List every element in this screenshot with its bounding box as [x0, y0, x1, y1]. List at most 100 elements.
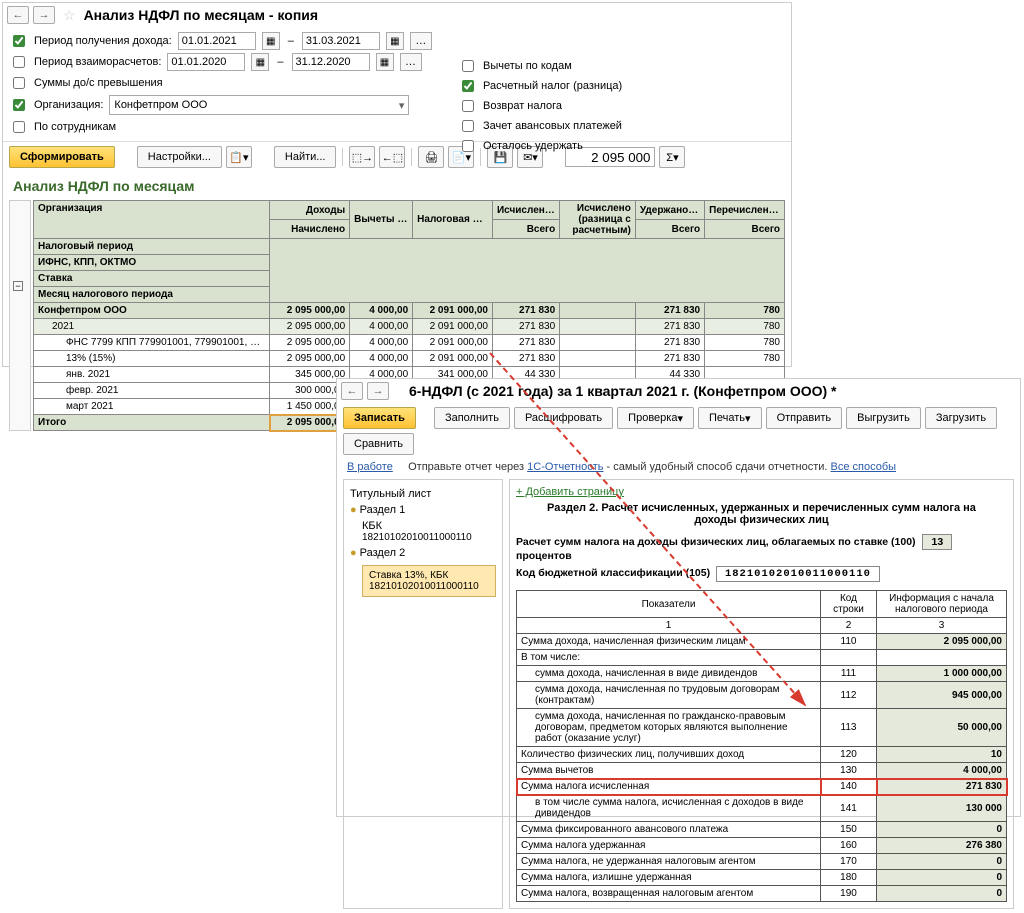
org-label: Организация: [34, 99, 103, 111]
table-row[interactable]: Сумма налога, возвращенная налоговым аге… [517, 886, 1007, 902]
info-text-2: - самый удобный способ сдачи отчетности. [603, 461, 830, 473]
period-income-check[interactable] [13, 35, 25, 47]
tree-section-2[interactable]: ●Раздел 2 [350, 545, 496, 561]
save-button-2[interactable]: Записать [343, 407, 416, 429]
check-button[interactable]: Проверка ▾ [617, 407, 694, 429]
table-row[interactable]: Сумма налога, не удержанная налоговым аг… [517, 854, 1007, 870]
table-row[interactable]: Сумма дохода, начисленная физическим лиц… [517, 634, 1007, 650]
col-withheld-sub: Всего [635, 220, 704, 239]
section-tree: Титульный лист ●Раздел 1 КБК 18210102010… [343, 479, 503, 909]
right-options: Вычеты по кодам Расчетный налог (разница… [458, 55, 622, 157]
forward-button-2[interactable]: → [367, 382, 389, 400]
ded-codes-label: Вычеты по кодам [483, 60, 572, 72]
date-from-1[interactable] [178, 32, 256, 50]
period-settle-check[interactable] [13, 56, 25, 68]
tree-kbk-2[interactable]: Ставка 13%, КБК 18210102010011000110 [350, 561, 496, 599]
table-row[interactable]: сумма дохода, начисленная в виде дивиден… [517, 666, 1007, 682]
date-from-2[interactable] [167, 53, 245, 71]
advance-check[interactable] [462, 120, 474, 132]
variant-button[interactable]: 📋▾ [226, 146, 252, 168]
form-button[interactable]: Сформировать [9, 146, 115, 168]
remain-check[interactable] [462, 140, 474, 152]
print-button[interactable]: 🖨 [418, 146, 444, 168]
table-row[interactable]: Сумма фиксированного авансового платежа1… [517, 822, 1007, 838]
forward-button[interactable]: → [33, 6, 55, 24]
page-title: Анализ НДФЛ по месяцам - копия [84, 7, 319, 23]
expand-button[interactable]: ⬚→ [349, 146, 375, 168]
date-to-1[interactable] [302, 32, 380, 50]
table-row[interactable]: 20212 095 000,004 000,002 091 000,00271 … [34, 319, 785, 335]
calendar-icon[interactable]: ▦ [386, 32, 404, 50]
settings-button[interactable]: Настройки... [137, 146, 222, 168]
col-calculated: Исчислено налога [492, 201, 559, 220]
status-link[interactable]: В работе [347, 461, 393, 473]
star-icon[interactable]: ☆ [63, 7, 76, 24]
kbk-line-pre: Код бюджетной классификации (105) [516, 567, 710, 579]
calendar-icon[interactable]: ▦ [376, 53, 394, 71]
tree-section-1[interactable]: ●Раздел 1 [350, 502, 496, 518]
sigma-button[interactable]: Σ▾ [659, 146, 685, 168]
col-income: Доходы [270, 201, 350, 220]
add-page-link[interactable]: + Добавить страницу [516, 486, 624, 498]
table-row[interactable]: Сумма налога удержанная160276 380 [517, 838, 1007, 854]
col-diff: Исчислено (разница с расчетным) [560, 201, 636, 239]
col-base: Налоговая база [413, 201, 493, 239]
tree-collapse-icon[interactable]: − [13, 281, 23, 291]
ded-codes-check[interactable] [462, 60, 474, 72]
export-button[interactable]: Выгрузить [846, 407, 921, 429]
org-value: Конфетпром ООО [114, 99, 207, 111]
1c-report-link[interactable]: 1С-Отчетность [527, 461, 603, 473]
report-title: Анализ НДФЛ по месяцам [3, 172, 791, 200]
calendar-icon[interactable]: ▦ [262, 32, 280, 50]
calc-tax-check[interactable] [462, 80, 474, 92]
hdr-period: Налоговый период [34, 239, 270, 255]
form-title: 6-НДФЛ (с 2021 года) за 1 квартал 2021 г… [407, 383, 839, 399]
sums-label: Суммы до/с превышения [34, 77, 163, 89]
send-button[interactable]: Отправить [766, 407, 843, 429]
decode-button[interactable]: Расшифровать [514, 407, 613, 429]
col-withheld: Удержано налога [635, 201, 704, 220]
col-info: Информация с начала налогового периода [877, 591, 1007, 618]
calendar-icon[interactable]: ▦ [251, 53, 269, 71]
table-row[interactable]: Количество физических лиц, получивших до… [517, 747, 1007, 763]
refund-check[interactable] [462, 100, 474, 112]
org-check[interactable] [13, 99, 25, 111]
period-more-button[interactable]: … [410, 32, 432, 50]
fill-button[interactable]: Заполнить [434, 407, 510, 429]
date-to-2[interactable] [292, 53, 370, 71]
find-button[interactable]: Найти... [274, 146, 337, 168]
import-button[interactable]: Загрузить [925, 407, 997, 429]
sums-check[interactable] [13, 77, 25, 89]
print-button-2[interactable]: Печать ▾ [698, 407, 762, 429]
refund-label: Возврат налога [483, 100, 562, 112]
table-row[interactable]: ФНС 7799 КПП 779901001, 779901001, 45394… [34, 335, 785, 351]
all-ways-link[interactable]: Все способы [831, 461, 897, 473]
section-2-content: + Добавить страницу Раздел 2. Расчет исч… [509, 479, 1014, 909]
table-row[interactable]: в том числе сумма налога, исчисленная с … [517, 795, 1007, 822]
tree-kbk-1[interactable]: КБК 18210102010011000110 [350, 518, 496, 545]
back-button[interactable]: ← [7, 6, 29, 24]
hdr-rate: Ставка [34, 271, 270, 287]
table-row[interactable]: сумма дохода, начисленная по гражданско-… [517, 709, 1007, 747]
col-deductions: Вычеты всего [350, 201, 413, 239]
collapse-button[interactable]: ←⬚ [379, 146, 405, 168]
table-row[interactable]: Сумма вычетов1304 000,00 [517, 763, 1007, 779]
org-input[interactable]: Конфетпром ООО ▾ [109, 95, 409, 115]
rate-value[interactable]: 13 [922, 534, 952, 550]
col-num-2: 2 [821, 618, 877, 634]
back-button-2[interactable]: ← [341, 382, 363, 400]
compare-button[interactable]: Сравнить [343, 433, 414, 455]
by-emp-check[interactable] [13, 121, 25, 133]
table-row[interactable]: Сумма налога исчисленная140271 830 [517, 779, 1007, 795]
table-row[interactable]: Конфетпром ООО2 095 000,004 000,002 091 … [34, 303, 785, 319]
period-more-button-2[interactable]: … [400, 53, 422, 71]
table-row[interactable]: сумма дохода, начисленная по трудовым до… [517, 682, 1007, 709]
table-row[interactable]: Сумма налога, излишне удержанная1800 [517, 870, 1007, 886]
section-2-title: Раздел 2. Расчет исчисленных, удержанных… [516, 498, 1007, 534]
section-2-table: Показатели Код строки Информация с начал… [516, 590, 1007, 902]
table-row[interactable]: В том числе: [517, 650, 1007, 666]
kbk-value[interactable]: 18210102010011000110 [716, 566, 880, 582]
tree-title-page[interactable]: Титульный лист [350, 486, 496, 502]
table-row[interactable]: 13% (15%)2 095 000,004 000,002 091 000,0… [34, 351, 785, 367]
info-text-1: Отправьте отчет через [408, 461, 527, 473]
